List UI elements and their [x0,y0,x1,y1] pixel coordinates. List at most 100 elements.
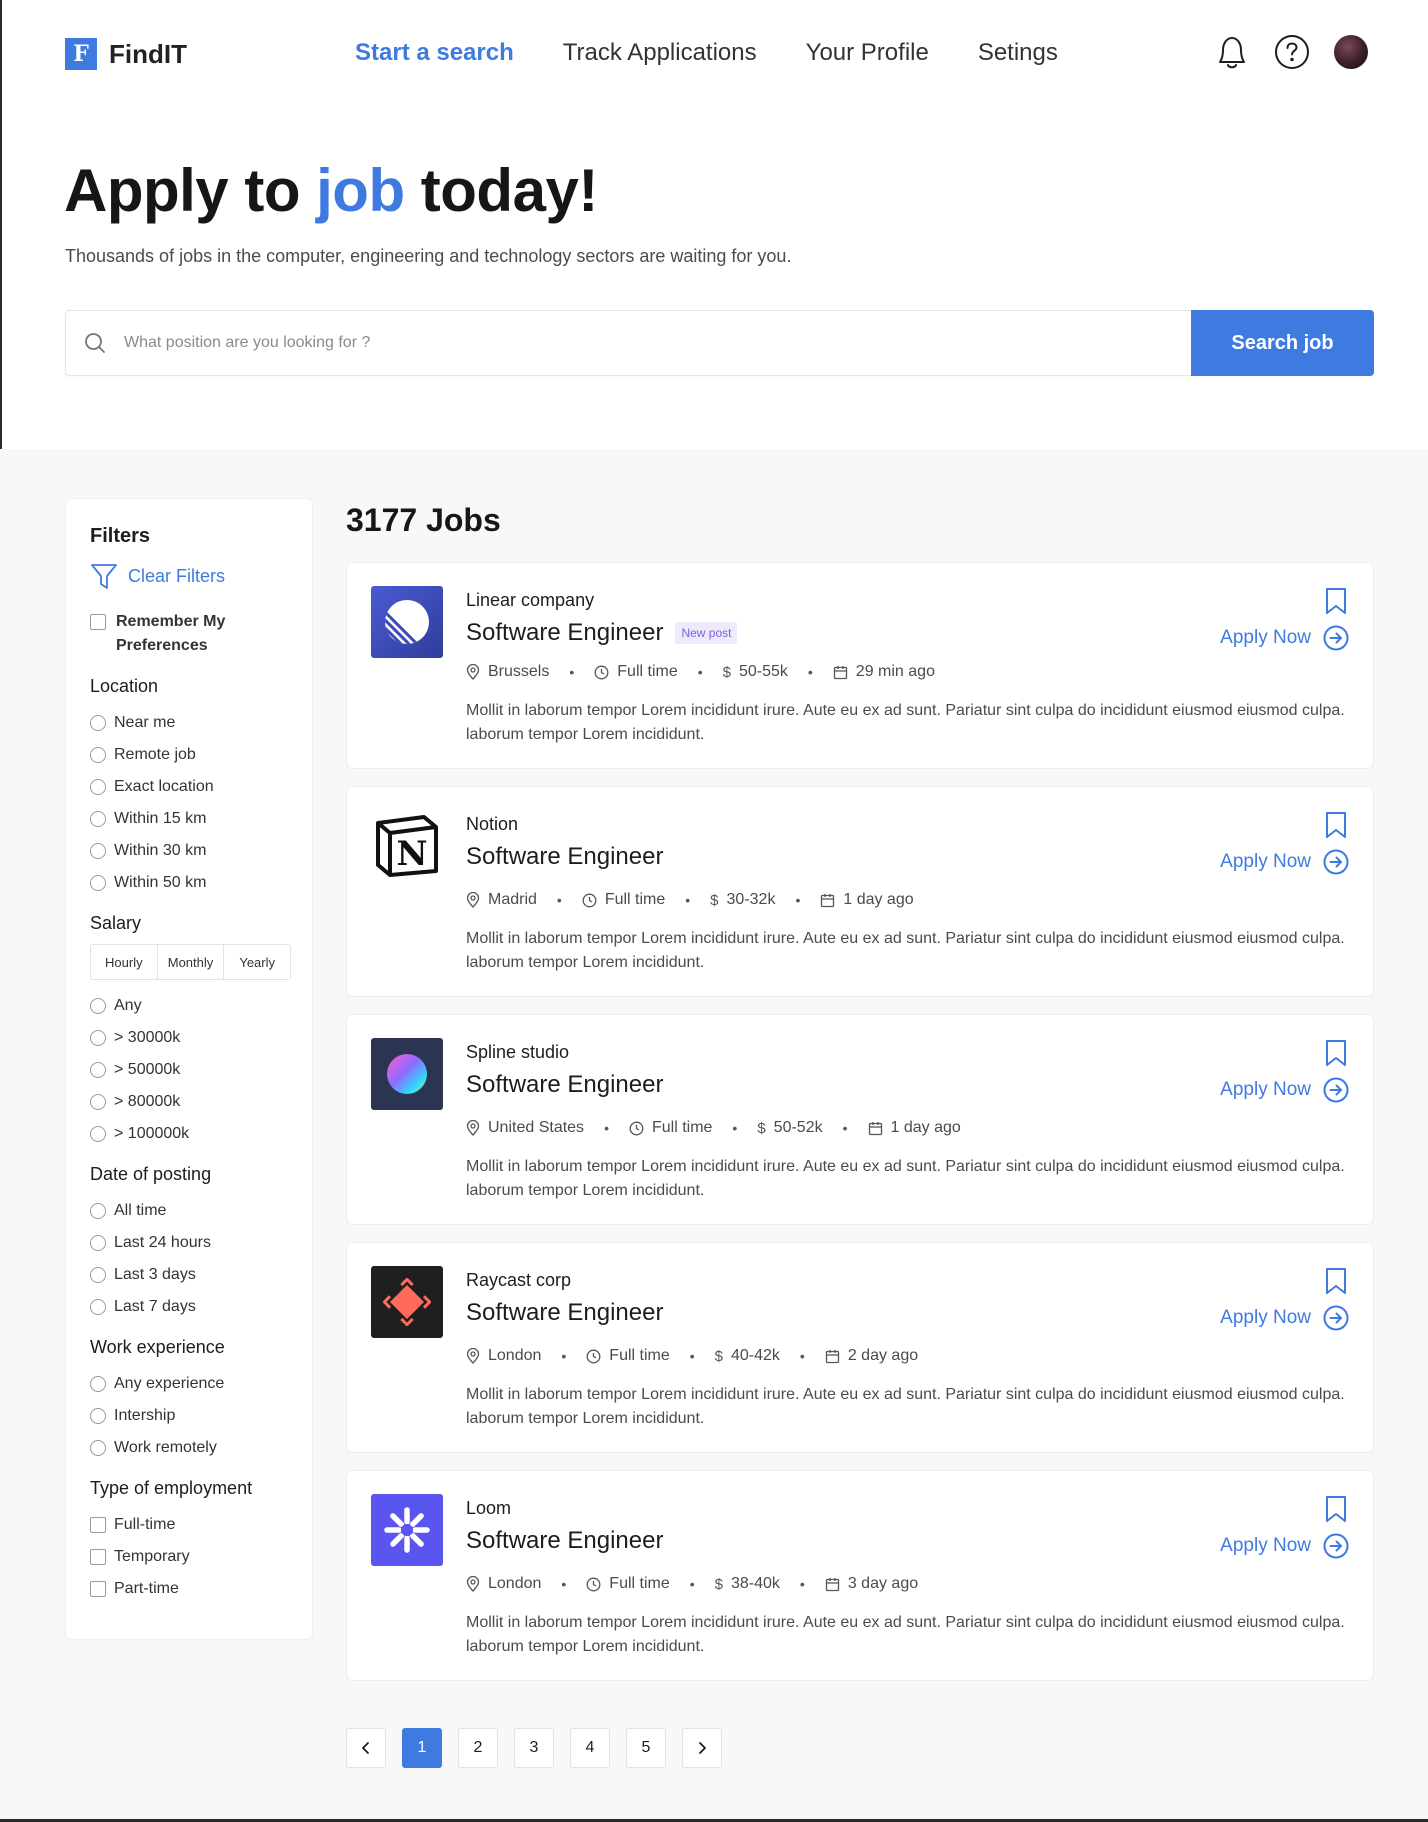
bookmark-icon[interactable] [1325,811,1347,844]
separator: • [685,892,691,908]
radio[interactable] [90,747,106,763]
radio[interactable] [90,1440,106,1456]
filters-title: Filters [90,525,151,547]
avatar[interactable] [1334,35,1368,69]
bookmark-icon[interactable] [1325,1039,1347,1072]
date-option[interactable]: Last 3 days [90,1259,288,1291]
bookmark-icon[interactable] [1325,1267,1347,1300]
loom-logo [371,1494,443,1566]
job-title[interactable]: Software Engineer [466,1299,663,1327]
radio[interactable] [90,715,106,731]
experience-option[interactable]: Any experience [90,1368,288,1400]
prev-page-button[interactable] [346,1728,386,1768]
location-option[interactable]: Remote job [90,739,288,771]
nav-track-applications[interactable]: Track Applications [563,36,757,70]
page-5-button[interactable]: 5 [626,1728,666,1768]
location-option[interactable]: Within 15 km [90,803,288,835]
radio[interactable] [90,811,106,827]
nav-start-search[interactable]: Start a search [355,36,514,70]
employment-option[interactable]: Temporary [90,1541,288,1573]
apply-now-button[interactable]: Apply Now [1220,849,1349,875]
radio[interactable] [90,1126,106,1142]
date-option[interactable]: Last 24 hours [90,1227,288,1259]
experience-option[interactable]: Work remotely [90,1432,288,1464]
job-title[interactable]: Software Engineer [466,1071,663,1099]
checkbox[interactable] [90,1517,106,1533]
tab-yearly[interactable]: Yearly [224,945,290,979]
page-1-button[interactable]: 1 [402,1728,442,1768]
radio[interactable] [90,875,106,891]
bookmark-icon[interactable] [1325,587,1347,620]
job-card[interactable]: Loom Software Engineer London • Full tim… [346,1470,1374,1681]
nav-settings[interactable]: Setings [978,36,1058,70]
salary-option[interactable]: > 30000k [90,1022,288,1054]
radio[interactable] [90,1299,106,1315]
radio[interactable] [90,1235,106,1251]
bookmark-icon[interactable] [1325,1495,1347,1528]
employment-option[interactable]: Full-time [90,1509,288,1541]
location-option[interactable]: Near me [90,707,288,739]
apply-now-button[interactable]: Apply Now [1220,1305,1349,1331]
separator: • [732,1120,738,1136]
radio[interactable] [90,1376,106,1392]
salary-option[interactable]: > 80000k [90,1086,288,1118]
remember-preferences[interactable]: Remember My Preferences [90,610,288,658]
search-input[interactable] [124,311,1191,375]
apply-now-button[interactable]: Apply Now [1220,1533,1349,1559]
job-card[interactable]: N Notion Software Engineer Madrid • Full… [346,786,1374,997]
date-option[interactable]: All time [90,1195,288,1227]
experience-filter: Work experience Any experience Intership… [90,1337,288,1464]
page-4-button[interactable]: 4 [570,1728,610,1768]
bell-icon[interactable] [1214,34,1250,70]
remember-checkbox[interactable] [90,614,106,630]
jobs-count: 3177 Jobs [346,502,501,538]
apply-now-button[interactable]: Apply Now [1220,625,1349,651]
brand-logo[interactable]: F FindIT [65,38,187,70]
radio[interactable] [90,843,106,859]
tab-hourly[interactable]: Hourly [91,945,158,979]
radio[interactable] [90,1267,106,1283]
search-job-button[interactable]: Search job [1191,310,1374,376]
salary-option[interactable]: Any [90,990,288,1022]
location-option[interactable]: Within 30 km [90,835,288,867]
radio[interactable] [90,1062,106,1078]
radio[interactable] [90,1094,106,1110]
radio[interactable] [90,1203,106,1219]
nav-your-profile[interactable]: Your Profile [806,36,929,70]
employment-option[interactable]: Part-time [90,1573,288,1605]
calendar-icon [825,1577,839,1591]
radio[interactable] [90,1030,106,1046]
job-posted: 1 day ago [868,1119,961,1137]
apply-now-button[interactable]: Apply Now [1220,1077,1349,1103]
location-option[interactable]: Within 50 km [90,867,288,899]
next-page-button[interactable] [682,1728,722,1768]
separator: • [556,892,562,908]
location-option[interactable]: Exact location [90,771,288,803]
job-card[interactable]: Spline studio Software Engineer United S… [346,1014,1374,1225]
dollar-icon: $ [714,1575,723,1593]
radio[interactable] [90,1408,106,1424]
option-label: > 50000k [114,1061,181,1078]
job-posted: 29 min ago [833,663,935,681]
salary-option[interactable]: > 50000k [90,1054,288,1086]
date-option[interactable]: Last 7 days [90,1291,288,1323]
checkbox[interactable] [90,1549,106,1565]
employment-title: Type of employment [90,1478,253,1498]
radio[interactable] [90,779,106,795]
experience-option[interactable]: Intership [90,1400,288,1432]
radio[interactable] [90,998,106,1014]
salary-option[interactable]: > 100000k [90,1118,288,1150]
help-icon[interactable] [1274,34,1310,70]
job-salary: $ 40-42k [715,1347,780,1365]
page-2-button[interactable]: 2 [458,1728,498,1768]
job-title[interactable]: Software Engineer [466,1527,663,1555]
arrow-circle-right-icon [1323,1077,1349,1103]
clear-filters-button[interactable]: Clear Filters [90,562,288,590]
tab-monthly[interactable]: Monthly [158,945,225,979]
page-3-button[interactable]: 3 [514,1728,554,1768]
job-title[interactable]: Software Engineer [466,843,663,871]
job-card[interactable]: Raycast corp Software Engineer London • … [346,1242,1374,1453]
checkbox[interactable] [90,1581,106,1597]
job-title[interactable]: Software Engineer [466,619,663,647]
job-card[interactable]: Linear company Software Engineer New pos… [346,562,1374,769]
